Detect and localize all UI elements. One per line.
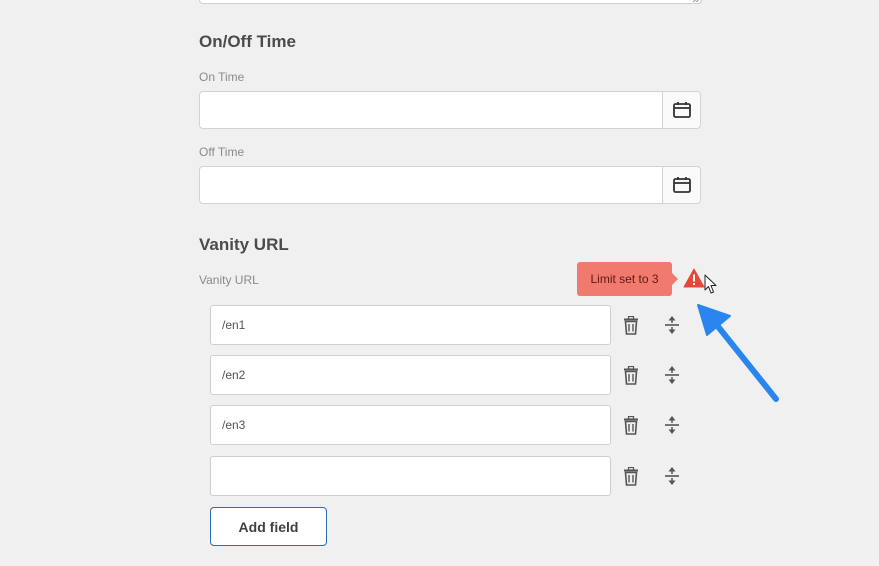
delete-button-4[interactable] bbox=[622, 466, 640, 486]
vanity-url-input-4[interactable] bbox=[210, 456, 611, 496]
on-time-calendar-button[interactable] bbox=[662, 91, 701, 129]
vanity-url-input-3[interactable]: /en3 bbox=[210, 405, 611, 445]
on-time-input[interactable] bbox=[199, 91, 662, 129]
vanity-url-input-1[interactable]: /en1 bbox=[210, 305, 611, 345]
vanity-url-heading: Vanity URL bbox=[199, 235, 289, 254]
reorder-handle-4[interactable] bbox=[663, 466, 681, 486]
reorder-icon bbox=[665, 366, 679, 384]
calendar-icon bbox=[672, 102, 691, 118]
reorder-handle-2[interactable] bbox=[663, 365, 681, 385]
delete-button-2[interactable] bbox=[622, 365, 640, 385]
reorder-icon bbox=[665, 467, 679, 485]
vanity-url-input-2[interactable]: /en2 bbox=[210, 355, 611, 395]
calendar-icon bbox=[672, 177, 691, 193]
reorder-icon bbox=[665, 416, 679, 434]
reorder-handle-3[interactable] bbox=[663, 415, 681, 435]
off-time-input[interactable] bbox=[199, 166, 662, 204]
add-field-button[interactable]: Add field bbox=[210, 507, 327, 546]
annotation-arrow-icon bbox=[697, 304, 779, 402]
mouse-cursor-icon bbox=[704, 274, 717, 294]
trash-icon bbox=[624, 365, 638, 385]
warning-icon[interactable] bbox=[683, 268, 705, 288]
reorder-handle-1[interactable] bbox=[663, 315, 681, 335]
delete-button-3[interactable] bbox=[622, 415, 640, 435]
resize-grip-icon[interactable] bbox=[692, 0, 700, 3]
on-time-label: On Time bbox=[199, 70, 245, 84]
limit-tooltip: Limit set to 3 bbox=[577, 262, 672, 296]
reorder-icon bbox=[665, 316, 679, 334]
tooltip-tail bbox=[672, 273, 678, 285]
trash-icon bbox=[624, 415, 638, 435]
off-time-calendar-button[interactable] bbox=[662, 166, 701, 204]
on-off-time-heading: On/Off Time bbox=[199, 32, 296, 51]
trash-icon bbox=[624, 466, 638, 486]
vanity-url-label: Vanity URL bbox=[199, 273, 259, 287]
description-textarea[interactable] bbox=[199, 0, 702, 4]
delete-button-1[interactable] bbox=[622, 315, 640, 335]
off-time-label: Off Time bbox=[199, 145, 245, 159]
trash-icon bbox=[624, 315, 638, 335]
